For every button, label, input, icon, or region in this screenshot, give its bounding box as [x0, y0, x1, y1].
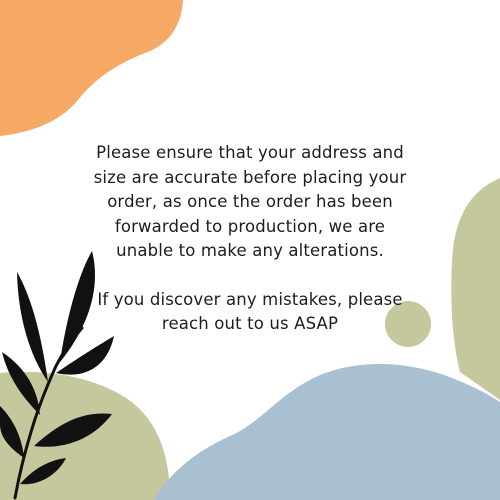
notice-line: unable to make any alterations.	[116, 241, 384, 260]
notice-line: Please ensure that your address and	[96, 143, 404, 162]
notice-line: order, as once the order has been	[107, 192, 393, 211]
notice-paragraph-contact: If you discover any mistakes, please rea…	[90, 288, 410, 337]
notice-line: reach out to us ASAP	[161, 314, 339, 333]
green-right-shape	[451, 178, 500, 400]
orange-blob-shape	[0, 0, 183, 136]
notice-line: If you discover any mistakes, please	[97, 289, 403, 309]
blue-blob-shape	[154, 363, 500, 500]
notice-paragraph-accuracy: Please ensure that your address and size…	[90, 141, 410, 264]
notice-line: forwarded to production, we are	[114, 216, 386, 236]
notice-message: Please ensure that your address and size…	[90, 141, 410, 337]
notice-line: size are accurate before placing your	[93, 167, 407, 187]
notice-graphic: Please ensure that your address and size…	[0, 0, 500, 500]
leaf-top	[17, 272, 48, 382]
